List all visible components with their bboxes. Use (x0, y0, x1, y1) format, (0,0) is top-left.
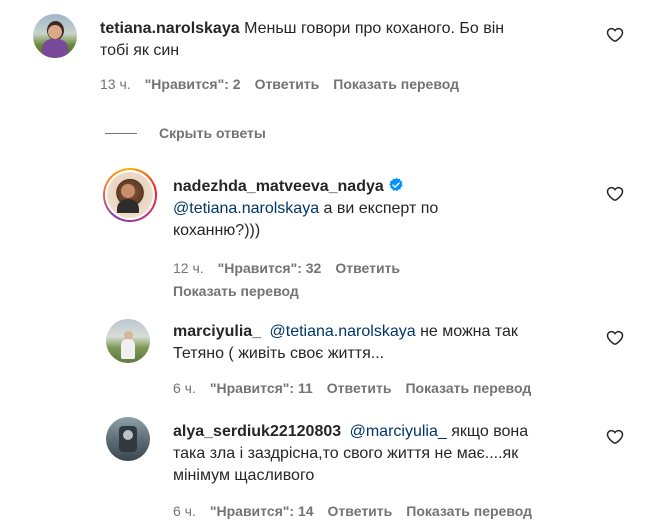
comment-time[interactable]: 6 ч. (173, 380, 196, 396)
mention-link[interactable]: @tetiana.narolskaya (173, 200, 319, 217)
avatar[interactable] (33, 14, 77, 58)
heart-icon[interactable] (606, 428, 624, 446)
verified-badge-icon (388, 177, 403, 192)
avatar (107, 172, 153, 218)
comment-meta: 6 ч. "Нравится": 11 Ответить Показать пе… (173, 380, 531, 396)
show-translation-button[interactable]: Показать перевод (173, 283, 299, 299)
comment-text: tetiana.narolskaya Меньш говори про коха… (100, 18, 600, 62)
comment-meta-translate: Показать перевод (173, 283, 299, 299)
avatar[interactable] (106, 417, 150, 461)
hide-replies-toggle[interactable]: Скрыть ответы (105, 124, 266, 142)
comment-meta: 13 ч. "Нравится": 2 Ответить Показать пе… (100, 76, 459, 92)
heart-icon[interactable] (606, 185, 624, 203)
comment-time[interactable]: 6 ч. (173, 503, 196, 519)
avatar-story-ring[interactable] (103, 168, 157, 222)
comment-username[interactable]: alya_serdiuk22120803 (173, 423, 341, 440)
likes-count[interactable]: "Нравится": 32 (218, 260, 322, 276)
heart-icon[interactable] (606, 26, 624, 44)
comment-text: alya_serdiuk22120803 @marciyulia_ якщо в… (173, 421, 593, 487)
comment-time[interactable]: 12 ч. (173, 260, 204, 276)
comment-username[interactable]: marciyulia_ (173, 323, 261, 340)
mention-link[interactable]: @marciyulia_ (350, 423, 447, 440)
comment-username[interactable]: tetiana.narolskaya (100, 20, 240, 37)
show-translation-button[interactable]: Показать перевод (405, 380, 531, 396)
likes-count[interactable]: "Нравится": 11 (210, 380, 313, 396)
reply-button[interactable]: Ответить (327, 380, 392, 396)
show-translation-button[interactable]: Показать перевод (406, 503, 532, 519)
comment-item: tetiana.narolskaya Меньш говори про коха… (0, 0, 645, 110)
comment-time[interactable]: 13 ч. (100, 76, 131, 92)
comment-body-continued: мінімум щасливого (173, 467, 315, 484)
reply-button[interactable]: Ответить (255, 76, 320, 92)
mention-link[interactable]: @tetiana.narolskaya (270, 323, 416, 340)
comment-meta: 6 ч. "Нравится": 14 Ответить Показать пе… (173, 503, 532, 519)
comment-username[interactable]: nadezhda_matveeva_nadya (173, 178, 384, 195)
comment-body-continued: коханню?))) (173, 222, 261, 239)
reply-item: marciyulia_ @tetiana.narolskaya не можна… (0, 310, 645, 400)
reply-button[interactable]: Ответить (335, 260, 400, 276)
likes-count[interactable]: "Нравится": 14 (210, 503, 314, 519)
reply-button[interactable]: Ответить (328, 503, 393, 519)
comment-meta: 12 ч. "Нравится": 32 Ответить (173, 260, 400, 276)
hide-replies-label[interactable]: Скрыть ответы (159, 125, 266, 141)
reply-item: nadezhda_matveeva_nadya @tetiana.narolsk… (0, 160, 645, 305)
show-translation-button[interactable]: Показать перевод (333, 76, 459, 92)
avatar[interactable] (106, 319, 150, 363)
comment-text: nadezhda_matveeva_nadya @tetiana.narolsk… (173, 176, 593, 242)
comment-body: не можна так (415, 323, 518, 340)
comment-body-continued: Тетяно ( живіть своє життя... (173, 345, 385, 362)
comment-body: якщо вона (446, 423, 529, 440)
reply-item: alya_serdiuk22120803 @marciyulia_ якщо в… (0, 410, 645, 527)
comment-body: а ви експерт по (319, 200, 439, 217)
divider-line (105, 132, 137, 134)
comment-body: Меньш говори про коханого. Бо він (244, 20, 505, 37)
comment-text: marciyulia_ @tetiana.narolskaya не можна… (173, 321, 593, 365)
comment-body-continued: тобі як син (100, 42, 180, 59)
heart-icon[interactable] (606, 329, 624, 347)
likes-count[interactable]: "Нравится": 2 (145, 76, 241, 92)
comment-body-continued: така зла і заздрісна,то свого життя не м… (173, 445, 519, 462)
